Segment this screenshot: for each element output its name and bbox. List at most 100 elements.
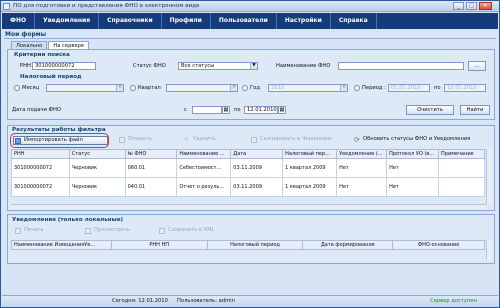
column-header[interactable]: Статус (68, 149, 126, 159)
quarter-dropdown[interactable]: ▼ (166, 84, 238, 92)
column-header[interactable]: Дата (230, 149, 284, 159)
date-to-prefix: по (234, 107, 241, 113)
open-icon (119, 137, 125, 143)
year-label: Год (250, 85, 260, 91)
title-bar: ПО для подготовки и представления ФНО в … (1, 1, 499, 12)
results-vertical-scrollbar[interactable] (486, 149, 492, 204)
save-xml-button[interactable]: Сохранить в XML (158, 227, 244, 236)
calendar-icon[interactable]: ▦ (222, 106, 230, 114)
table-header: РНН Статус № ФНО Наименование ... Дата Н… (11, 149, 485, 159)
period-from-input[interactable]: 01.01.2010 (388, 84, 430, 92)
year-radio[interactable] (242, 85, 248, 91)
month-radio[interactable] (14, 85, 20, 91)
status-dropdown[interactable]: Все статусы ▼ (178, 62, 258, 70)
save-xml-label: Сохранить в XML (168, 227, 215, 233)
minimize-button[interactable]: _ (453, 2, 464, 10)
tax-period-title: Налоговый период (20, 74, 82, 80)
status-dropdown-value: Все статусы (181, 63, 215, 69)
page-title: Мои формы (5, 31, 47, 38)
close-button[interactable]: ✕ (479, 2, 492, 10)
table-cell: Нет (336, 177, 388, 197)
column-header[interactable]: Уведомление (... (336, 149, 388, 159)
save-icon (159, 228, 165, 234)
menu-notifications[interactable]: Уведомления (35, 13, 100, 29)
column-header[interactable]: Протокол УО (в... (386, 149, 440, 159)
status-label: Статус ФНО (133, 63, 166, 69)
quarter-label: Квартал (138, 85, 161, 91)
column-header[interactable]: ФНО-основание (392, 240, 485, 250)
browse-button[interactable]: ... (468, 61, 486, 71)
year-dropdown[interactable]: 2010 ▼ (268, 84, 348, 92)
column-header[interactable]: Наименование ИзвещенияУв... (11, 240, 112, 250)
notifications-table: Наименование ИзвещенияУв... РНН НП Налог… (11, 240, 485, 250)
table-cell: 060.01 (124, 158, 178, 178)
period-to-input[interactable]: 12.01.2010 (444, 84, 486, 92)
column-header[interactable]: Дата формирования (302, 240, 394, 250)
results-horizontal-scrollbar[interactable] (11, 204, 486, 210)
preview-button[interactable]: Просмотреть (84, 227, 150, 236)
app-icon (3, 3, 10, 10)
table-row[interactable]: 301000000072 Черновик 040.01 Отчет о рез… (11, 177, 485, 197)
period-to-prefix: по (434, 85, 441, 91)
chevron-down-icon: ▼ (340, 85, 347, 91)
menu-bar: ФНО Уведомления Справочники Профили Поль… (2, 13, 498, 29)
copy-to-drafts-label: Скопировать в Черновики (260, 136, 332, 142)
status-user: Пользователь: admin (177, 298, 235, 304)
find-button[interactable]: Найти (460, 105, 490, 115)
delete-button[interactable]: ✕ Удалить (183, 136, 243, 145)
status-bar: Сегодня: 12.01.2010 Пользователь: admin … (2, 295, 498, 307)
column-header[interactable]: РНН (11, 149, 70, 159)
menu-settings[interactable]: Настройки (277, 13, 331, 29)
rnn-input[interactable]: 301000000072 (32, 62, 96, 70)
notifications-title: Уведомления (только локальные) (12, 217, 124, 223)
column-header[interactable]: № ФНО (124, 149, 178, 159)
clear-button[interactable]: Очистить (406, 105, 454, 115)
open-button[interactable]: Открыть (118, 136, 178, 145)
menu-help[interactable]: Справка (331, 13, 377, 29)
menu-profiles[interactable]: Профили (162, 13, 211, 29)
column-header[interactable]: Налоговый период (206, 240, 304, 250)
copy-to-drafts-button[interactable]: Скопировать в Черновики (250, 136, 350, 145)
print-label: Печать (24, 227, 44, 233)
period-label: Период : (362, 85, 386, 91)
period-radio[interactable] (354, 85, 360, 91)
table-cell (438, 158, 485, 178)
table-header: Наименование ИзвещенияУв... РНН НП Налог… (11, 240, 485, 250)
column-header[interactable]: Примечание (438, 149, 485, 159)
month-label: Месяц (22, 85, 40, 91)
fno-name-label: Наименование ФНО (276, 63, 331, 69)
chevron-down-icon: ▼ (230, 85, 237, 91)
status-today: Сегодня: 12.01.2010 (112, 298, 168, 304)
table-cell: Черновик (68, 158, 126, 178)
menu-directories[interactable]: Справочники (99, 13, 162, 29)
calendar-icon[interactable]: ▦ (278, 106, 286, 114)
open-label: Открыть (128, 136, 152, 142)
quarter-radio[interactable] (130, 85, 136, 91)
column-header[interactable]: РНН НП (110, 240, 208, 250)
column-header[interactable]: Наименование ... (176, 149, 232, 159)
print-icon (15, 228, 21, 234)
table-row[interactable]: 301000000072 Черновик 060.01 Себестоимос… (11, 158, 485, 178)
column-header[interactable]: Налоговый пер... (282, 149, 338, 159)
date-from-input[interactable] (192, 106, 222, 114)
table-cell: 301000000072 (11, 177, 70, 197)
menu-users[interactable]: Пользователи (211, 13, 277, 29)
table-cell: 1 квартал 2009 (282, 158, 338, 178)
date-from-prefix: с (184, 107, 187, 113)
refresh-status-label: Обновить статусы ФНО и Уведомления (363, 136, 471, 142)
table-cell: Нет (336, 158, 388, 178)
fno-name-input[interactable] (338, 62, 464, 70)
menu-fno[interactable]: ФНО (2, 13, 36, 29)
main-window: ПО для подготовки и представления ФНО в … (0, 0, 500, 308)
results-table: РНН Статус № ФНО Наименование ... Дата Н… (11, 149, 485, 197)
delete-label: Удалить (193, 136, 216, 142)
print-button[interactable]: Печать (14, 227, 66, 236)
refresh-status-button[interactable]: ⟳ Обновить статусы ФНО и Уведомления (353, 136, 493, 145)
criteria-title: Критерии поиска (14, 52, 70, 58)
maximize-button[interactable]: □ (466, 2, 477, 10)
notifications-vertical-scrollbar[interactable] (486, 240, 492, 260)
rnn-label: РНН (20, 63, 31, 69)
month-dropdown[interactable]: ▼ (46, 84, 124, 92)
date-to-input[interactable]: 12.01.2010 (244, 106, 278, 114)
table-cell: Нет (386, 158, 440, 178)
